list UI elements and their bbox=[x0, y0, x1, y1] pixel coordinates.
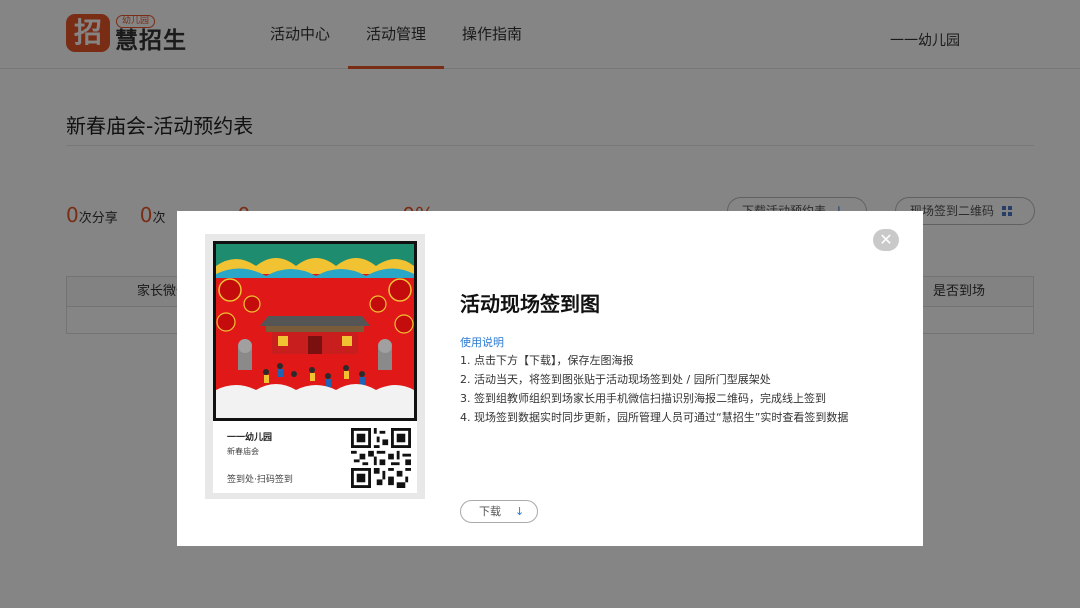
signin-poster: 一一幼儿园 新春庙会 签到处·扫码签到 bbox=[205, 234, 425, 499]
download-label: 下载 bbox=[479, 505, 501, 518]
usage-instructions-label: 使用说明 bbox=[460, 336, 504, 349]
instruction-step: 3. 签到组教师组织到场家长用手机微信扫描识别海报二维码，完成线上签到 bbox=[460, 392, 826, 405]
temple-fair-art bbox=[216, 244, 414, 418]
poster-signin-text: 签到处·扫码签到 bbox=[227, 475, 293, 485]
poster-event-name: 新春庙会 bbox=[227, 447, 259, 456]
download-arrow-icon: ↓ bbox=[515, 505, 525, 518]
instruction-step: 4. 现场签到数据实时同步更新，园所管理人员可通过“慧招生”实时查看签到数据 bbox=[460, 411, 849, 424]
instruction-step: 2. 活动当天，将签到图张贴于活动现场签到处 / 园所门型展架处 bbox=[460, 373, 771, 386]
close-icon[interactable]: ✕ bbox=[873, 229, 899, 251]
poster-footer: 一一幼儿园 新春庙会 签到处·扫码签到 bbox=[213, 421, 417, 493]
dialog-title: 活动现场签到图 bbox=[460, 292, 600, 316]
instruction-step: 1. 点击下方【下载】，保存左图海报 bbox=[460, 354, 634, 367]
signin-poster-dialog: ✕ 一一幼儿园 新春庙会 签到处·扫码签到 活动现场签到图 使用说明 1. 点击… bbox=[177, 211, 923, 546]
poster-illustration bbox=[213, 241, 417, 421]
temple-fair-illustration bbox=[216, 244, 414, 418]
download-button[interactable]: 下载 ↓ bbox=[460, 500, 538, 523]
instruction-steps: 1. 点击下方【下载】，保存左图海报 2. 活动当天，将签到图张贴于活动现场签到… bbox=[460, 351, 870, 427]
qr-code-image bbox=[351, 428, 411, 488]
poster-kindergarten: 一一幼儿园 bbox=[227, 433, 273, 443]
